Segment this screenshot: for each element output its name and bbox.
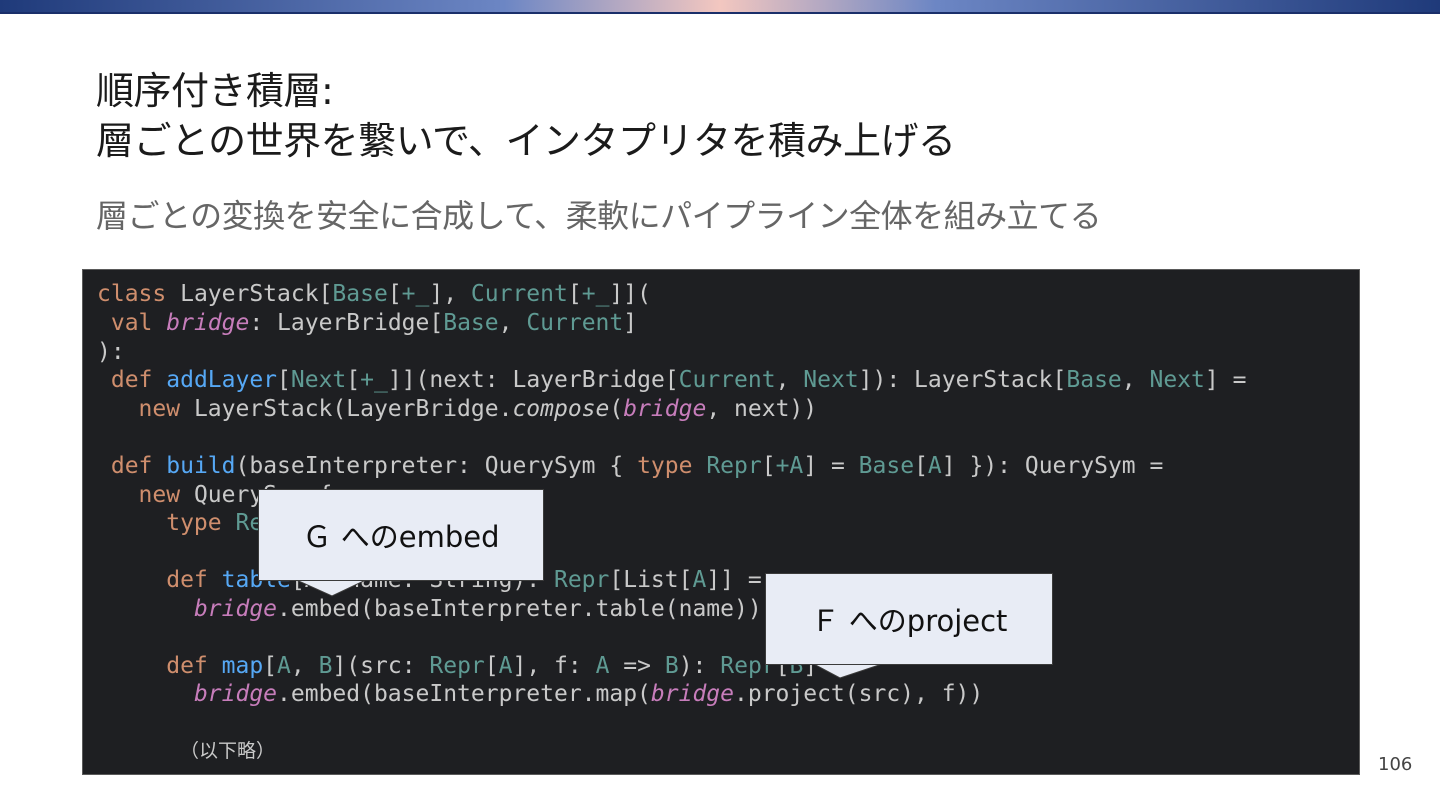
- slide-title: 順序付き積層: 層ごとの世界を繋いで、インタプリタを積み上げる: [96, 66, 956, 166]
- title-line-1: 順序付き積層:: [96, 69, 334, 113]
- code-line-15: bridge.embed(baseInterpreter.map(bridge.…: [193, 681, 984, 707]
- page-number: 106: [1378, 754, 1413, 775]
- code-line-7: def build(baseInterpreter: QuerySym { ty…: [97, 453, 1164, 479]
- code-line-1: class LayerStack[Base[+_], Current[+_]](: [97, 281, 651, 307]
- callout-project: Ｆ へのproject: [765, 573, 1053, 665]
- callout-embed-label: Ｇ へのembed: [302, 520, 500, 554]
- code-line-4: def addLayer[Next[+_]](next: LayerBridge…: [97, 367, 1247, 393]
- header-gradient-bar: [0, 0, 1440, 12]
- slide-subtitle: 層ごとの変換を安全に合成して、柔軟にパイプライン全体を組み立てる: [96, 197, 1102, 235]
- header-divider: [0, 12, 1440, 14]
- code-line-12: bridge.embed(baseInterpreter.table(name)…: [193, 596, 762, 622]
- omitted-note: （以下略）: [180, 740, 276, 762]
- code-line-14: def map[A, B](src: Repr[A], f: A => B): …: [97, 653, 845, 679]
- callout-embed: Ｇ へのembed: [258, 489, 544, 581]
- code-line-5: new LayerStack(LayerBridge.compose(bridg…: [97, 396, 818, 422]
- code-line-3: ):: [97, 339, 125, 365]
- title-line-2: 層ごとの世界を繋いで、インタプリタを積み上げる: [96, 119, 956, 163]
- callout-project-tail: [809, 662, 889, 679]
- code-line-2: val bridge: LayerBridge[Base, Current]: [97, 310, 638, 336]
- callout-project-label: Ｆ へのproject: [810, 604, 1008, 638]
- callout-embed-tail: [291, 578, 371, 597]
